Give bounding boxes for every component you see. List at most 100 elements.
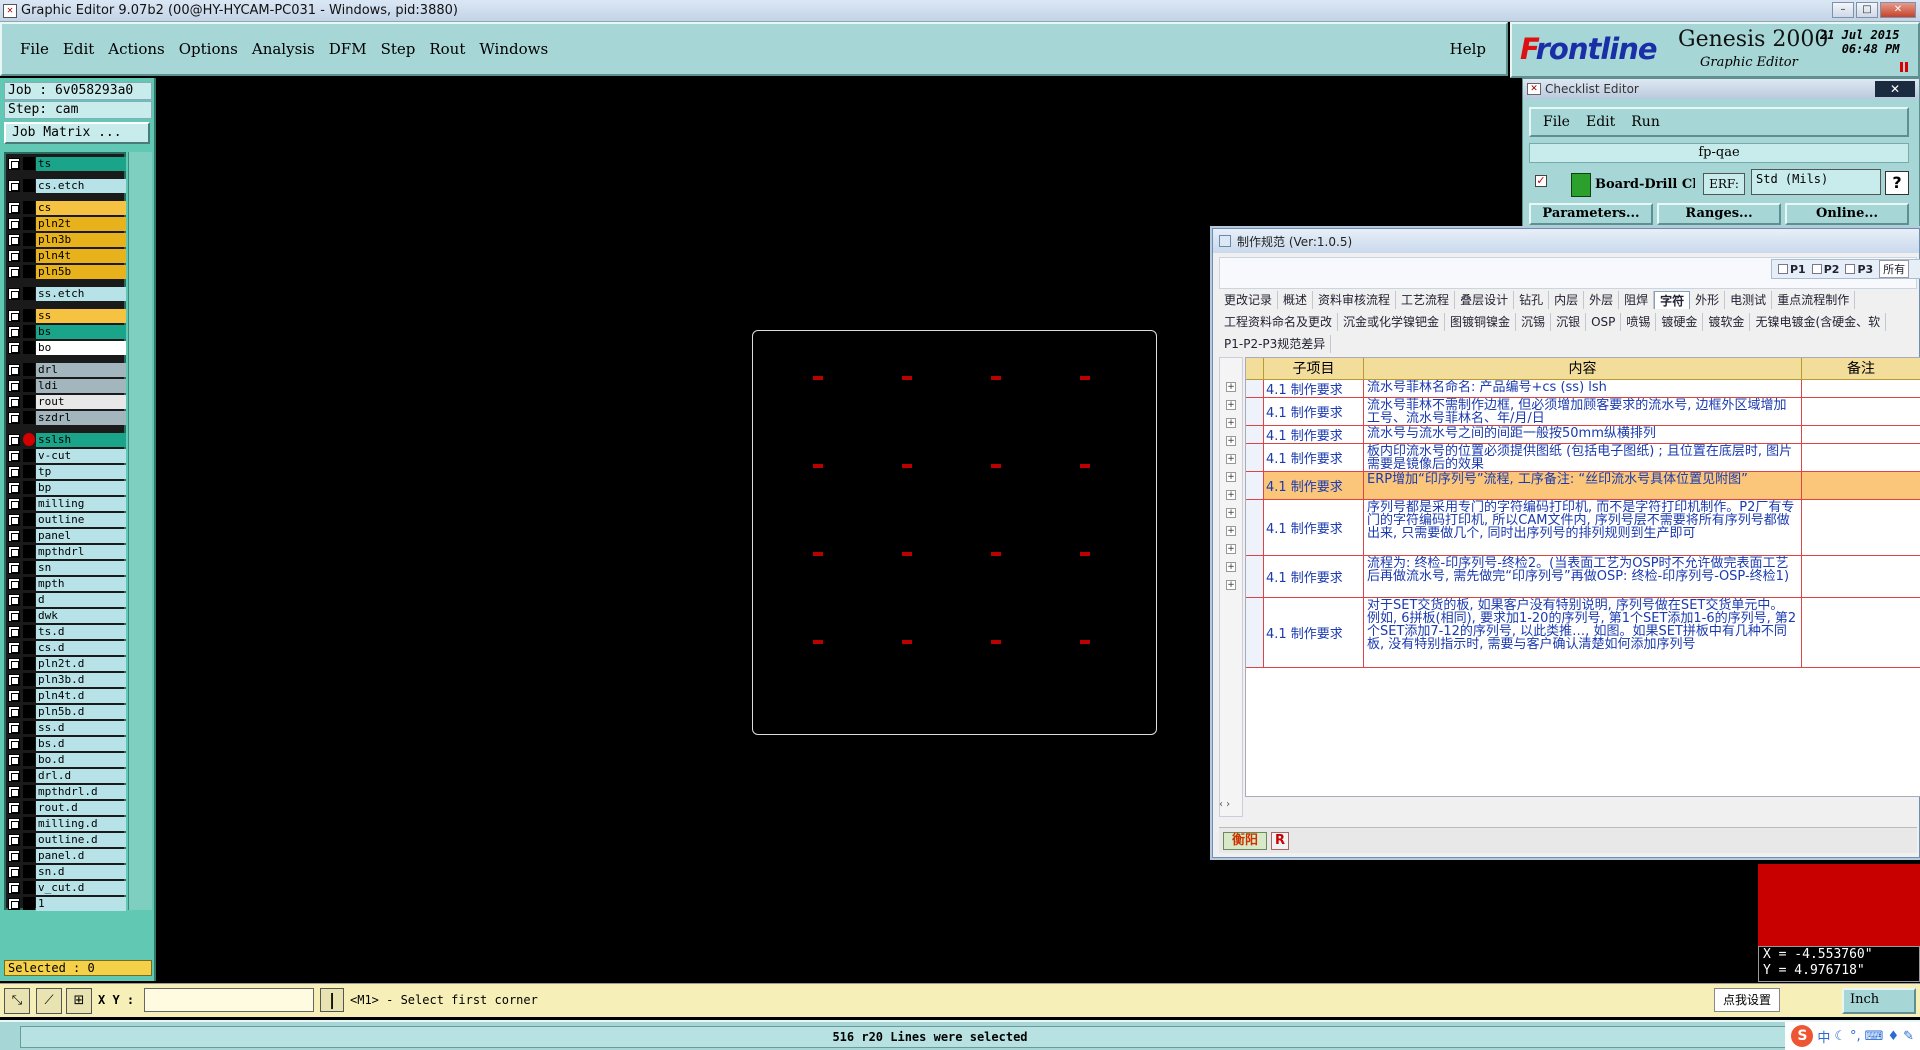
row-header[interactable] <box>1246 556 1264 597</box>
layer-row[interactable]: pln2t.d <box>8 656 126 671</box>
menu-actions[interactable]: Actions <box>102 40 172 58</box>
grid-icon[interactable]: ⊞ <box>66 988 92 1014</box>
table-row[interactable]: 4.1 制作要求 流水号与流水号之间的间距一般按50mm纵横排列 <box>1246 426 1920 444</box>
expand-icon[interactable]: + <box>1226 526 1236 536</box>
layer-checkbox[interactable] <box>8 801 20 814</box>
ranges-button[interactable]: Ranges... <box>1657 203 1781 225</box>
layer-row[interactable]: pln2t <box>8 216 126 231</box>
checklist-menu-file[interactable]: File <box>1543 114 1570 130</box>
layer-row[interactable]: v-cut <box>8 448 126 463</box>
expand-icon[interactable]: + <box>1226 454 1236 464</box>
layer-checkbox[interactable] <box>8 233 20 246</box>
expand-icon[interactable]: + <box>1226 544 1236 554</box>
layer-row[interactable]: milling <box>8 496 126 511</box>
layer-checkbox[interactable] <box>8 737 20 750</box>
xy-input[interactable] <box>144 988 314 1012</box>
layer-row[interactable]: panel.d <box>8 848 126 863</box>
layer-checkbox[interactable] <box>8 513 20 526</box>
menu-analysis[interactable]: Analysis <box>246 40 323 58</box>
unit-selector[interactable]: Inch <box>1842 988 1916 1014</box>
checklist-menu-run[interactable]: Run <box>1631 114 1660 130</box>
layer-row[interactable]: ss.etch <box>8 286 126 301</box>
layer-checkbox[interactable] <box>8 881 20 894</box>
layer-checkbox[interactable] <box>8 689 20 702</box>
layer-row[interactable]: mpth <box>8 576 126 591</box>
layer-row[interactable]: 1 <box>8 896 126 911</box>
layer-row[interactable]: sslsh <box>8 432 126 447</box>
row-header[interactable] <box>1246 380 1264 397</box>
layer-checkbox[interactable] <box>8 849 20 862</box>
menu-step[interactable]: Step <box>375 40 424 58</box>
tab-item[interactable]: 电测试 <box>1725 291 1773 309</box>
layer-row[interactable]: rout.d <box>8 800 126 815</box>
menu-options[interactable]: Options <box>173 40 246 58</box>
table-row[interactable]: 4.1 制作要求 板内印流水号的位置必须提供图纸 (包括电子图纸) ; 且位置在底… <box>1246 444 1920 472</box>
p1-checkbox[interactable]: P1 <box>1778 263 1806 276</box>
expand-icon[interactable]: + <box>1226 382 1236 392</box>
layer-checkbox[interactable] <box>8 673 20 686</box>
tab-item[interactable]: P1-P2-P3规范差异 <box>1219 335 1332 353</box>
settings-hint-button[interactable]: 点我设置 <box>1714 988 1780 1012</box>
layer-checkbox[interactable] <box>8 217 20 230</box>
layer-checkbox[interactable] <box>8 465 20 478</box>
tab-item[interactable]: 钻孔 <box>1514 291 1550 309</box>
layer-row[interactable]: pln5b.d <box>8 704 126 719</box>
layer-checkbox[interactable] <box>8 705 20 718</box>
help-icon[interactable]: ? <box>1885 171 1909 195</box>
layer-checkbox[interactable] <box>8 833 20 846</box>
ime-mode[interactable]: 中 <box>1817 1027 1830 1046</box>
layer-row[interactable]: mpthdrl.d <box>8 784 126 799</box>
row-header[interactable] <box>1246 472 1264 499</box>
row-header[interactable] <box>1246 500 1264 555</box>
tab-item[interactable]: 喷锡 <box>1621 313 1657 331</box>
layer-checkbox[interactable] <box>8 641 20 654</box>
menu-edit[interactable]: Edit <box>57 40 102 58</box>
menu-help[interactable]: Help <box>1450 40 1486 58</box>
layer-checkbox[interactable] <box>8 179 20 192</box>
layer-row[interactable]: cs.d <box>8 640 126 655</box>
expand-icon[interactable]: + <box>1226 400 1236 410</box>
layer-row[interactable]: milling.d <box>8 816 126 831</box>
tab-item[interactable]: 图镀铜镍金 <box>1445 313 1517 331</box>
layer-checkbox[interactable] <box>8 865 20 878</box>
tab-item[interactable]: 叠层设计 <box>1455 291 1515 309</box>
erf-value-field[interactable]: Std (Mils) <box>1751 169 1881 195</box>
layer-row[interactable]: szdrl <box>8 410 126 425</box>
layer-row[interactable]: rout <box>8 394 126 409</box>
table-row[interactable]: 4.1 制作要求 流程为: 终检-印序列号-终检2。(当表面工艺为OSP时不允许做… <box>1246 556 1920 598</box>
layer-checkbox[interactable] <box>8 769 20 782</box>
layer-checkbox[interactable] <box>8 481 20 494</box>
menu-file[interactable]: File <box>14 40 57 58</box>
layer-row[interactable]: ss <box>8 308 126 323</box>
tab-item[interactable]: 重点流程制作 <box>1772 291 1856 309</box>
layer-row[interactable]: pln5b <box>8 264 126 279</box>
layer-row[interactable]: sn.d <box>8 864 126 879</box>
layer-row[interactable]: dwk <box>8 608 126 623</box>
close-button[interactable]: ✕ <box>1880 2 1916 18</box>
layer-row[interactable]: outline <box>8 512 126 527</box>
layer-checkbox[interactable] <box>8 609 20 622</box>
checklist-menu-edit[interactable]: Edit <box>1586 114 1615 130</box>
layer-checkbox[interactable] <box>8 201 20 214</box>
layer-checkbox[interactable] <box>8 449 20 462</box>
row-header[interactable] <box>1246 444 1264 471</box>
expand-icon[interactable]: + <box>1226 508 1236 518</box>
layer-row[interactable]: tp <box>8 464 126 479</box>
wrench-icon[interactable]: ✎ <box>1903 1029 1914 1044</box>
tab-item[interactable]: 无镍电镀金(含硬金、软 <box>1750 313 1887 331</box>
expand-icon[interactable]: + <box>1226 580 1236 590</box>
tab-item[interactable]: 工艺流程 <box>1396 291 1456 309</box>
layer-row[interactable]: d <box>8 592 126 607</box>
horizontal-scroll-arrows[interactable]: ‹ › <box>1219 799 1245 821</box>
layer-checkbox[interactable] <box>8 433 20 446</box>
expand-icon[interactable]: + <box>1226 472 1236 482</box>
online-button[interactable]: Online... <box>1785 203 1909 225</box>
layer-checkbox[interactable] <box>8 157 20 170</box>
tab-item[interactable]: 外形 <box>1690 291 1726 309</box>
layer-row[interactable]: pln3b <box>8 232 126 247</box>
layer-checkbox[interactable] <box>8 529 20 542</box>
layer-checkbox[interactable] <box>8 265 20 278</box>
parameters-button[interactable]: Parameters... <box>1529 203 1653 225</box>
layer-checkbox[interactable] <box>8 379 20 392</box>
layer-checkbox[interactable] <box>8 785 20 798</box>
